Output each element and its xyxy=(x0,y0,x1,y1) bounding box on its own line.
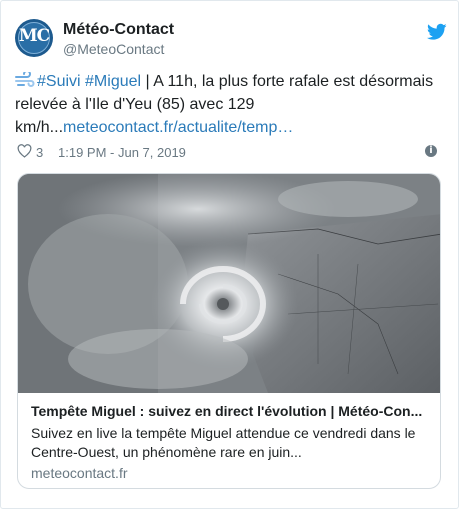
info-icon[interactable]: i xyxy=(425,145,437,157)
hashtag-miguel[interactable]: #Miguel xyxy=(85,73,141,90)
twitter-bird-icon[interactable] xyxy=(427,23,447,41)
heart-icon[interactable] xyxy=(17,144,32,158)
avatar[interactable]: MC xyxy=(15,19,53,57)
timestamp[interactable]: 1:19 PM - Jun 7, 2019 xyxy=(58,145,186,160)
avatar-initials: MC xyxy=(18,26,50,46)
link-card[interactable]: Tempête Miguel : suivez en direct l'évol… xyxy=(17,173,441,489)
author-name[interactable]: Météo-Contact xyxy=(63,21,174,39)
tweet-embed[interactable]: MC Météo-Contact @MeteoContact #Suivi #M… xyxy=(0,0,459,509)
wind-icon xyxy=(15,70,37,93)
card-description: Suivez en live la tempête Miguel attendu… xyxy=(31,425,416,460)
satellite-storm-image xyxy=(18,174,440,393)
tweet-header: MC Météo-Contact @MeteoContact xyxy=(15,19,447,59)
like-count[interactable]: 3 xyxy=(36,145,43,160)
tweet-text: #Suivi #Miguel | A 11h, la plus forte ra… xyxy=(15,70,435,139)
author-handle[interactable]: @MeteoContact xyxy=(63,41,164,57)
tweet-meta: 3 1:19 PM - Jun 7, 2019 i xyxy=(17,143,447,161)
hashtag-suivi[interactable]: #Suivi xyxy=(37,73,81,90)
card-domain[interactable]: meteocontact.fr xyxy=(31,465,128,481)
tweet-link[interactable]: meteocontact.fr/actualite/temp… xyxy=(63,119,293,136)
card-title[interactable]: Tempête Miguel : suivez en direct l'évol… xyxy=(31,403,431,419)
